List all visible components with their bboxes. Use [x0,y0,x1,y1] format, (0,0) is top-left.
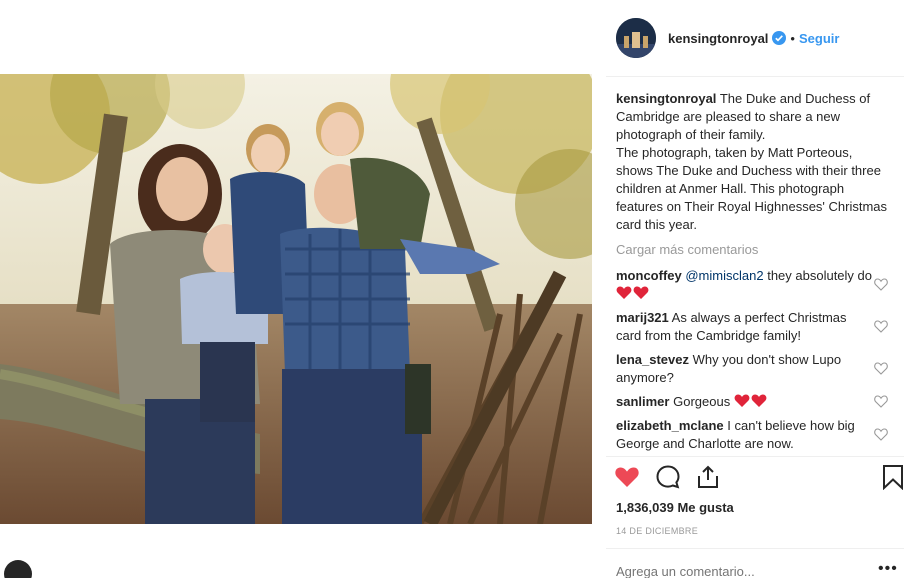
comment-bubble-icon[interactable] [655,464,681,490]
comment-like-icon[interactable] [874,395,888,408]
comment-item: sanlimer Gorgeous [616,393,874,411]
post-photo[interactable] [0,74,592,524]
comment-username[interactable]: marij321 [616,310,669,325]
red-heart-emoji-icon [734,394,750,407]
heart-filled-icon[interactable] [614,464,640,490]
family-photo-image [0,74,592,524]
verified-badge-icon [772,31,787,45]
comment-username[interactable]: elizabeth_mclane [616,418,724,433]
comment-like-icon[interactable] [874,320,888,333]
more-options-icon[interactable]: ••• [878,560,898,578]
follow-button[interactable]: Seguir [799,31,839,46]
avatar-image [616,18,656,58]
post-caption: kensingtonroyal The Duke and Duchess of … [616,90,888,234]
comment-mention[interactable]: @mimisclan2 [685,268,763,283]
red-heart-emoji-icon [633,286,649,299]
post-date[interactable]: 14 DE DICIEMBRE [616,526,698,536]
comment-like-icon[interactable] [874,362,888,375]
comment-item: lena_stevez Why you don't show Lupo anym… [616,351,874,387]
comment-username[interactable]: lena_stevez [616,352,689,367]
bookmark-icon[interactable] [880,464,906,490]
add-comment-input[interactable] [616,564,856,578]
post-actions-bar [606,462,904,496]
comment-like-icon[interactable] [874,428,888,441]
actions-divider [606,456,904,457]
comment-username[interactable]: moncoffey [616,268,682,283]
likes-count[interactable]: 1,836,039 Me gusta [616,500,734,515]
red-heart-emoji-icon [751,394,767,407]
comment-like-icon[interactable] [874,278,888,291]
red-heart-emoji-icon [616,286,632,299]
header-separator: • [790,30,795,46]
bottom-left-circle-icon[interactable] [4,560,32,578]
comment-item: marij321 As always a perfect Christmas c… [616,309,874,345]
comment-username[interactable]: sanlimer [616,394,669,409]
header-divider [606,76,904,77]
share-upload-icon[interactable] [695,464,721,490]
comment-box-divider [606,548,904,549]
post-side-panel: kensingtonroyal • Seguir kensingtonroyal… [606,0,904,578]
comment-item: moncoffey @mimisclan2 they absolutely do [616,267,874,303]
comment-item: elizabeth_mclane I can't believe how big… [616,417,874,453]
comment-text: they absolutely do [767,268,872,283]
comment-text: Gorgeous [673,394,731,409]
caption-username[interactable]: kensingtonroyal [616,91,716,106]
avatar[interactable] [616,18,656,58]
header-username[interactable]: kensingtonroyal [668,31,768,46]
post-header: kensingtonroyal • Seguir [616,17,902,59]
caption-text-2: The photograph, taken by Matt Porteous, … [616,145,888,232]
load-more-comments-button[interactable]: Cargar más comentarios [616,241,758,259]
